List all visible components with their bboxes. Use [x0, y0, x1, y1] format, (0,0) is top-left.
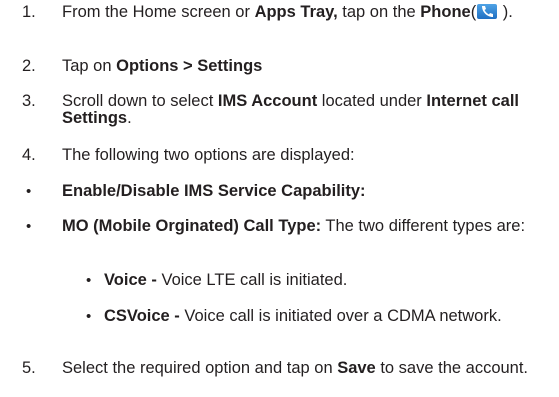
step-number: 5. — [22, 359, 36, 377]
bullet-text: MO (Mobile Orginated) Call Type: The two… — [62, 218, 556, 235]
step-text-part: to save the account. — [375, 359, 529, 377]
options-settings-label: Options > Settings — [116, 57, 263, 75]
step-text: Tap on Options > Settings — [62, 58, 556, 75]
bullet-text-part: The two different types are: — [321, 217, 526, 235]
csvoice-label: CSVoice - — [104, 307, 180, 325]
step-text: Select the required option and tap on Sa… — [62, 360, 556, 377]
mo-call-type-label: MO (Mobile Orginated) Call Type: — [62, 217, 322, 235]
phone-label: Phone — [420, 3, 471, 21]
step-text: From the Home screen or Apps Tray, tap o… — [62, 4, 556, 21]
ims-account-label: IMS Account — [217, 92, 318, 110]
step-number: 2. — [22, 57, 36, 75]
instruction-document: 1. From the Home screen or Apps Tray, ta… — [0, 0, 559, 397]
step-text-part: From the Home screen or — [62, 3, 255, 21]
paren: ( — [470, 3, 477, 21]
bullet-text: CSVoice - Voice call is initiated over a… — [104, 308, 556, 325]
phone-icon — [477, 4, 498, 19]
save-label: Save — [337, 359, 376, 377]
step-text-part: Scroll down to select — [62, 92, 218, 110]
bullet-text-part: Voice LTE call is initiated. — [156, 271, 348, 289]
step-text-part: Tap on — [62, 57, 117, 75]
voice-label: Voice - — [104, 271, 157, 289]
step-text-part: Select the required option and tap on — [62, 359, 338, 377]
ims-capability-label: Enable/Disable IMS Service Capability: — [62, 182, 366, 200]
apps-tray-label: Apps Tray, — [254, 3, 338, 21]
step-number: 1. — [22, 3, 36, 21]
paren: ). — [498, 3, 513, 21]
bullet-text: Voice - Voice LTE call is initiated. — [104, 272, 556, 289]
step-number: 4. — [22, 146, 36, 164]
bullet-text: Enable/Disable IMS Service Capability: — [62, 183, 556, 200]
step-text-part: . — [127, 109, 132, 127]
bullet-marker: • — [26, 183, 32, 200]
bullet-marker: • — [26, 218, 32, 235]
step-text: Scroll down to select IMS Account locate… — [62, 93, 556, 127]
step-text: The following two options are displayed: — [62, 146, 355, 164]
bullet-marker: • — [86, 272, 92, 289]
step-text-part: located under — [317, 92, 427, 110]
bullet-marker: • — [86, 308, 92, 325]
step-number: 3. — [22, 92, 36, 110]
step-text-part: tap on the — [337, 3, 421, 21]
bullet-text-part: Voice call is initiated over a CDMA netw… — [179, 307, 502, 325]
